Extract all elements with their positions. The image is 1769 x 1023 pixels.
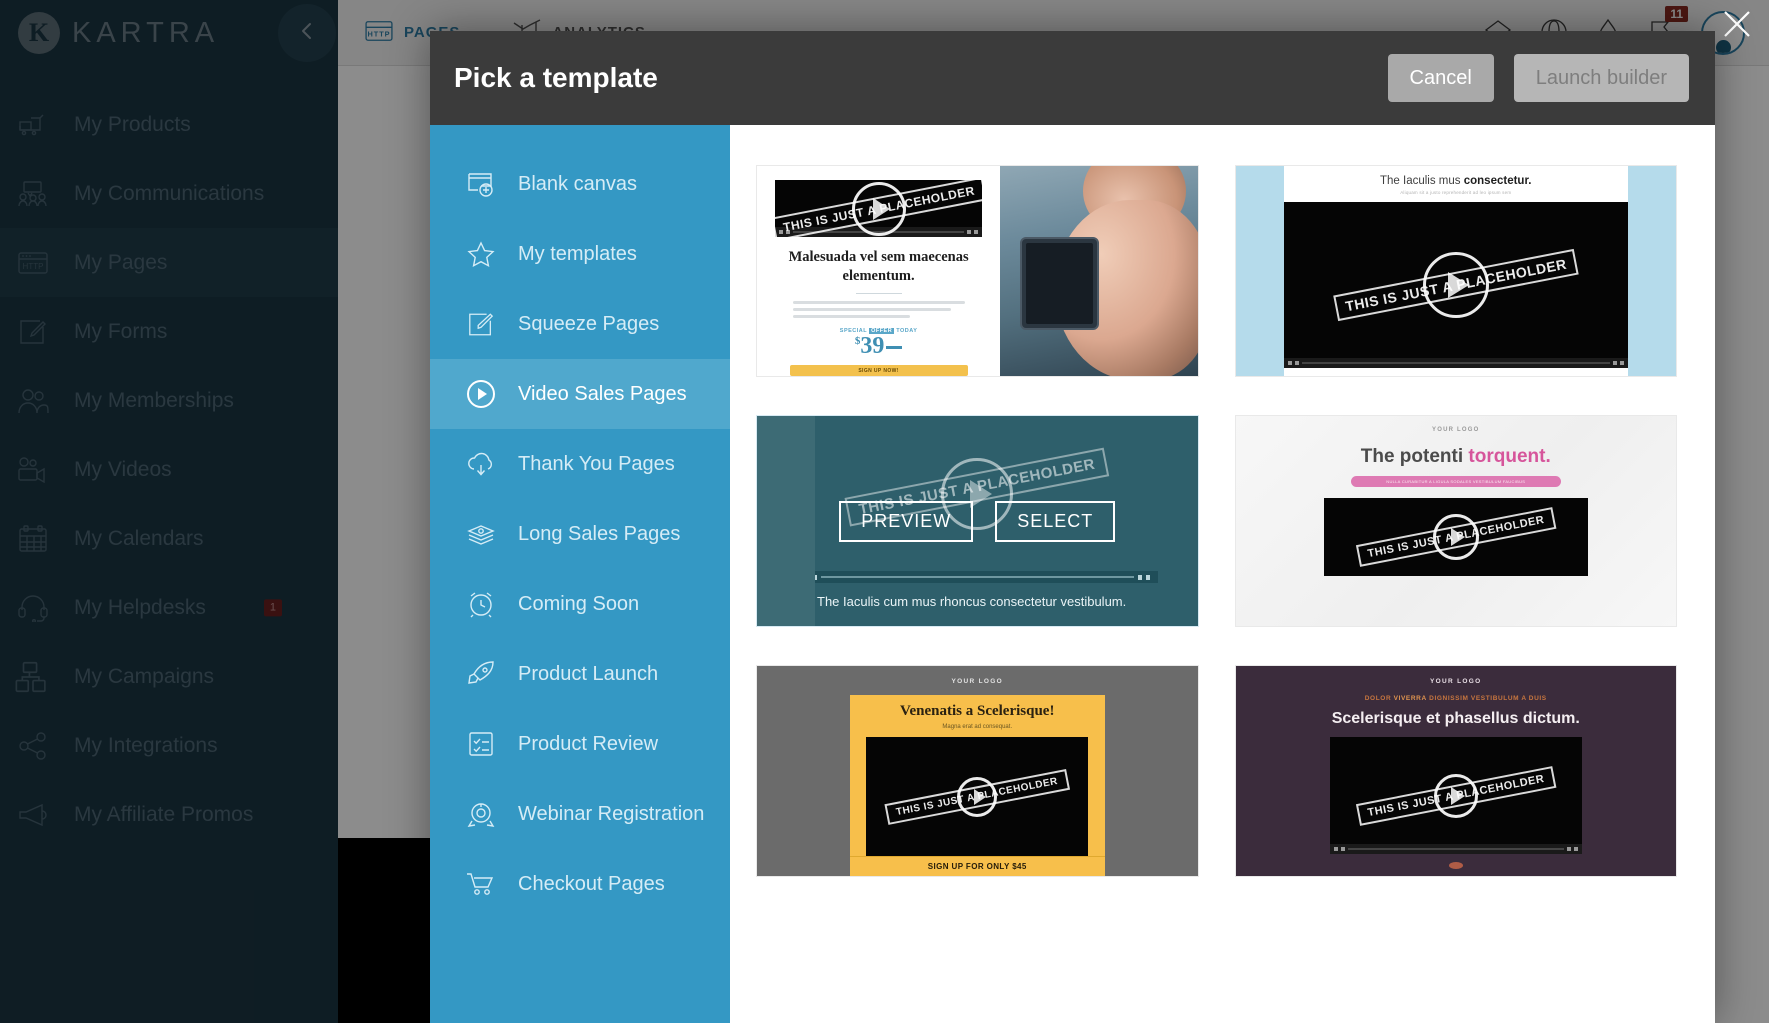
page-title: Pick a template xyxy=(454,62,658,93)
category-blank-canvas[interactable]: Blank canvas xyxy=(430,149,730,219)
category-label: Webinar Registration xyxy=(518,802,705,825)
divider xyxy=(855,292,902,295)
category-label: Product Review xyxy=(518,732,659,755)
cancel-button[interactable]: Cancel xyxy=(1387,54,1494,102)
category-coming-soon[interactable]: Coming Soon xyxy=(430,569,730,639)
template-heading: Scelerisque et phasellus dictum. xyxy=(1331,710,1580,727)
pick-template-modal: Pick a template Cancel Launch builder Bl… xyxy=(430,31,1715,1023)
template-kicker: DOLOR VIVERRA DIGNISSIM VESTIBULUM A DUI… xyxy=(1364,695,1547,702)
play-circle-icon xyxy=(464,378,498,410)
template-heading: The Iaculis mus consectetur. xyxy=(1380,175,1532,187)
category-thank-you-pages[interactable]: Thank You Pages xyxy=(430,429,730,499)
template-card[interactable]: YOUR LOGO DOLOR VIVERRA DIGNISSIM VESTIB… xyxy=(1234,665,1677,877)
footer-accent xyxy=(1448,861,1463,869)
modal-action-buttons: Cancel Launch builder xyxy=(1387,54,1689,102)
shopping-cart-icon xyxy=(464,868,498,900)
template-card[interactable]: THIS IS JUST A PLACEHOLDER The Iaculis c… xyxy=(756,415,1199,627)
logo-placeholder: YOUR LOGO xyxy=(1432,427,1480,433)
cloud-download-icon xyxy=(464,448,498,480)
alarm-clock-icon xyxy=(464,588,498,620)
side-band xyxy=(1628,166,1676,376)
body-copy-placeholder xyxy=(792,301,965,322)
category-label: Video Sales Pages xyxy=(518,382,687,405)
window-plus-icon xyxy=(464,168,498,200)
category-video-sales-pages[interactable]: Video Sales Pages xyxy=(430,359,730,429)
template-subheading: Aliquam sit a justo reprehenderit ad leo… xyxy=(1400,190,1512,195)
modal-body: Blank canvas My templates Squeeze Pages xyxy=(430,125,1715,1023)
template-card[interactable]: The Iaculis mus consectetur. Aliquam sit… xyxy=(1234,165,1677,377)
side-band xyxy=(1235,166,1284,376)
logo-placeholder: YOUR LOGO xyxy=(1430,678,1482,685)
template-card[interactable]: YOUR LOGO The potenti torquent. NULLA CU… xyxy=(1234,415,1677,627)
template-heading: Malesuada vel sem maecenas elementum. xyxy=(788,249,969,284)
star-icon xyxy=(464,238,498,270)
cta-button: SIGN UP NOW! xyxy=(789,365,968,376)
cta-button: SIGN UP FOR ONLY $45 xyxy=(849,856,1105,876)
category-label: Product Launch xyxy=(518,662,659,685)
price: $39 xyxy=(855,334,903,358)
category-label: Coming Soon xyxy=(518,592,640,615)
category-product-launch[interactable]: Product Launch xyxy=(430,639,730,709)
category-squeeze-pages[interactable]: Squeeze Pages xyxy=(430,289,730,359)
category-my-templates[interactable]: My templates xyxy=(430,219,730,289)
template-subheading: Magna erat ad consequat. xyxy=(942,724,1013,730)
pencil-square-icon xyxy=(464,308,498,340)
select-button[interactable]: SELECT xyxy=(995,500,1116,542)
rocket-icon xyxy=(464,658,498,690)
category-label: Thank You Pages xyxy=(518,452,675,475)
category-label: Squeeze Pages xyxy=(518,312,660,335)
category-label: Blank canvas xyxy=(518,172,637,195)
modal-header: Pick a template Cancel Launch builder xyxy=(430,31,1715,125)
category-label: My templates xyxy=(518,242,637,265)
category-long-sales-pages[interactable]: Long Sales Pages xyxy=(430,499,730,569)
preview-button[interactable]: PREVIEW xyxy=(839,500,974,542)
money-stack-icon xyxy=(464,518,498,550)
category-checkout-pages[interactable]: Checkout Pages xyxy=(430,849,730,919)
video-placeholder: THIS IS JUST A PLACEHOLDER xyxy=(866,737,1089,856)
video-placeholder: THIS IS JUST A PLACEHOLDER xyxy=(1283,202,1628,368)
hero-photo xyxy=(1000,166,1198,376)
template-card[interactable]: THIS IS JUST A PLACEHOLDER Malesuada vel… xyxy=(756,165,1199,377)
template-card[interactable]: YOUR LOGO Venenatis a Scelerisque! Magna… xyxy=(756,665,1199,877)
template-heading: Venenatis a Scelerisque! xyxy=(900,703,1055,719)
video-placeholder: THIS IS JUST A PLACEHOLDER xyxy=(1323,498,1588,576)
template-grid: THIS IS JUST A PLACEHOLDER Malesuada vel… xyxy=(730,125,1715,1023)
video-placeholder: THIS IS JUST A PLACEHOLDER xyxy=(775,180,983,238)
category-product-review[interactable]: Product Review xyxy=(430,709,730,779)
logo-placeholder: YOUR LOGO xyxy=(951,678,1003,685)
close-icon[interactable] xyxy=(1717,4,1757,44)
template-heading: The potenti torquent. xyxy=(1360,446,1551,467)
template-category-nav: Blank canvas My templates Squeeze Pages xyxy=(430,125,730,1023)
category-webinar-registration[interactable]: Webinar Registration xyxy=(430,779,730,849)
video-placeholder: THIS IS JUST A PLACEHOLDER xyxy=(1329,737,1582,854)
stopwatch-icon xyxy=(464,798,498,830)
category-label: Checkout Pages xyxy=(518,872,665,895)
checklist-icon xyxy=(464,728,498,760)
category-label: Long Sales Pages xyxy=(518,522,681,545)
launch-builder-button[interactable]: Launch builder xyxy=(1513,54,1689,102)
template-hover-actions: PREVIEW SELECT xyxy=(757,416,1198,626)
highlight-pill: NULLA CURABITUR A LIGULA SODALES VESTIBU… xyxy=(1350,476,1561,487)
